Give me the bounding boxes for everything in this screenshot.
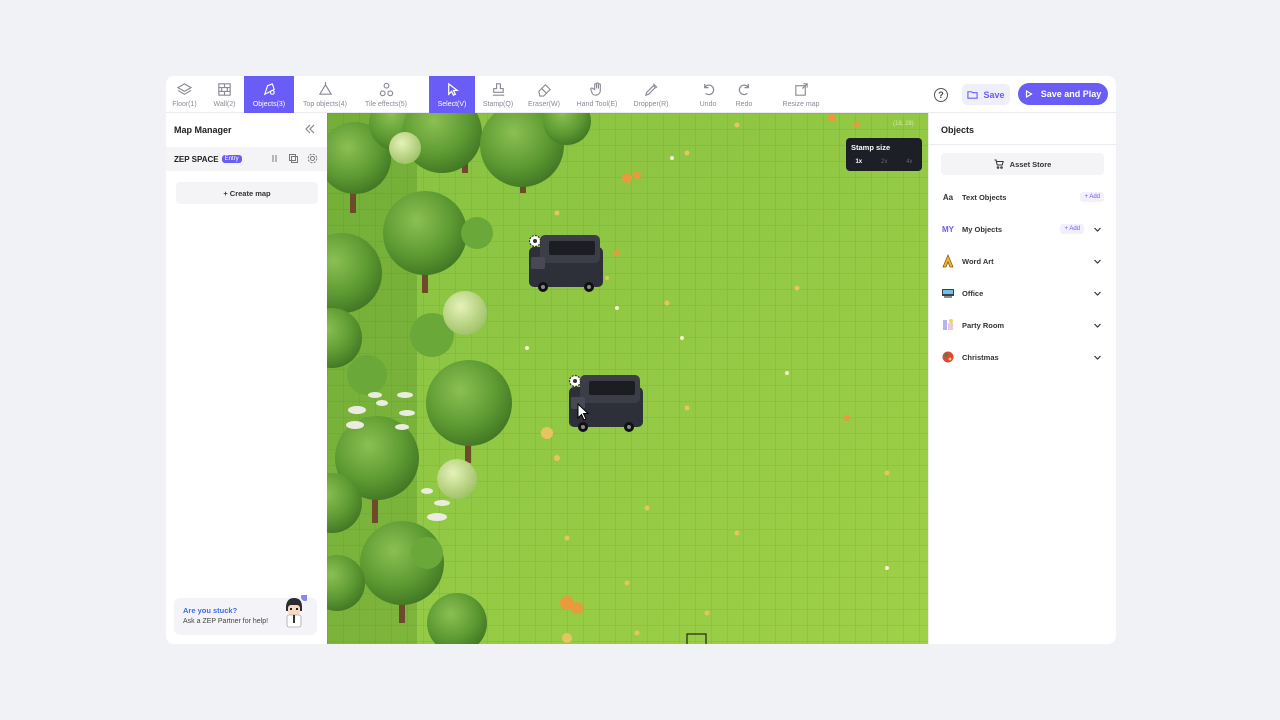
reorder-icon[interactable] xyxy=(269,153,280,164)
undo-icon xyxy=(703,83,714,96)
tool-redo[interactable]: Redo xyxy=(727,76,761,113)
gear-icon[interactable] xyxy=(307,153,318,164)
objects-panel-title: Objects xyxy=(941,125,975,135)
gear-icon[interactable] xyxy=(568,374,582,388)
tool-resize-map[interactable]: Resize map xyxy=(778,76,824,113)
tool-undo[interactable]: Undo xyxy=(691,76,725,113)
cursor-icon xyxy=(447,82,459,96)
add-my-object-button[interactable]: + Add xyxy=(1060,224,1084,234)
folder-icon xyxy=(967,91,979,99)
hand-icon xyxy=(589,82,601,96)
map-coordinates: (18, 28) xyxy=(893,121,914,127)
stamp-size-1x[interactable]: 1x xyxy=(855,159,862,165)
my-objects-icon: MY xyxy=(942,224,954,234)
stamp-size-2x[interactable]: 2x xyxy=(881,159,887,165)
objects-panel: Objects Asset Store Aa Text Objects + Ad… xyxy=(928,113,1116,644)
tool-dropper[interactable]: Dropper(R) xyxy=(629,76,673,113)
tool-wall[interactable]: Wall(2) xyxy=(206,76,243,113)
play-icon xyxy=(1025,90,1033,98)
tool-select[interactable]: Select(V) xyxy=(429,76,475,113)
stamp-size-popup: Stamp size 1x 2x 4x xyxy=(846,138,922,171)
help-card[interactable]: Are you stuck? Ask a ZEP Partner for hel… xyxy=(174,595,317,635)
tool-tile-effects[interactable]: Tile effects(5) xyxy=(362,76,410,113)
office-icon xyxy=(942,289,954,298)
tool-objects[interactable]: Objects(3) xyxy=(244,76,294,113)
tool-top-objects[interactable]: Top objects(4) xyxy=(299,76,351,113)
toolbar: Floor(1) Wall(2) Objects(3) Top objects(… xyxy=(166,76,1116,113)
top-objects-icon xyxy=(318,81,332,95)
chevron-down-icon[interactable] xyxy=(1093,289,1102,298)
add-text-object-button[interactable]: + Add xyxy=(1080,192,1104,202)
asset-store-button[interactable]: Asset Store xyxy=(941,153,1104,175)
save-button[interactable]: Save xyxy=(962,84,1010,105)
stamp-icon xyxy=(492,83,504,96)
chevron-down-icon[interactable] xyxy=(1093,353,1102,362)
partner-avatar xyxy=(286,595,307,628)
chevron-down-icon[interactable] xyxy=(1093,225,1102,234)
tool-stamp[interactable]: Stamp(Q) xyxy=(478,76,518,113)
stamp-size-title: Stamp size xyxy=(851,143,891,152)
save-button-label: Save xyxy=(983,89,1005,100)
christmas-icon xyxy=(942,351,954,363)
map-manager-panel: Map Manager ZEP SPACE Entry + Create map… xyxy=(166,113,327,644)
copy-icon[interactable] xyxy=(288,153,299,164)
space-name: ZEP SPACE xyxy=(174,154,219,164)
wall-icon xyxy=(218,83,231,96)
space-row[interactable]: ZEP SPACE Entry xyxy=(166,147,327,171)
category-christmas[interactable]: Christmas xyxy=(941,347,1104,367)
gear-icon[interactable] xyxy=(528,234,542,248)
mouse-cursor-icon xyxy=(577,403,590,421)
eraser-icon xyxy=(537,83,551,97)
text-icon: Aa xyxy=(942,192,954,202)
redo-icon xyxy=(738,83,749,96)
help-button[interactable]: ? xyxy=(934,88,948,102)
tile-effects-icon xyxy=(379,82,393,97)
map-canvas[interactable]: (18, 28) Stamp size 1x 2x 4x xyxy=(327,113,928,644)
tool-eraser[interactable]: Eraser(W) xyxy=(524,76,564,113)
tool-hand[interactable]: Hand Tool(E) xyxy=(571,76,623,113)
cart-icon xyxy=(994,159,1004,169)
category-office[interactable]: Office xyxy=(941,283,1104,303)
resize-map-icon xyxy=(794,83,808,96)
word-art-icon xyxy=(942,254,954,268)
floor-icon xyxy=(176,83,193,95)
objects-icon xyxy=(263,83,275,96)
category-word-art[interactable]: Word Art xyxy=(941,251,1104,271)
map-manager-title: Map Manager xyxy=(174,125,232,135)
chevron-down-icon[interactable] xyxy=(1093,321,1102,330)
stamp-size-4x[interactable]: 4x xyxy=(906,159,912,165)
double-chevron-left-icon[interactable] xyxy=(304,123,316,135)
entry-badge: Entry xyxy=(221,155,242,163)
dropper-icon xyxy=(644,83,658,97)
help-card-title: Are you stuck? xyxy=(183,606,238,615)
category-my-objects[interactable]: MY My Objects + Add xyxy=(941,219,1104,239)
chevron-down-icon[interactable] xyxy=(1093,257,1102,266)
map-editor-window: Floor(1) Wall(2) Objects(3) Top objects(… xyxy=(166,76,1116,644)
help-card-subtitle: Ask a ZEP Partner for help! xyxy=(183,618,269,625)
asset-store-label: Asset Store xyxy=(1009,159,1052,169)
party-room-icon xyxy=(943,319,953,330)
category-text-objects[interactable]: Aa Text Objects + Add xyxy=(941,187,1104,207)
create-map-button[interactable]: + Create map xyxy=(176,182,318,204)
category-party-room[interactable]: Party Room xyxy=(941,315,1104,335)
tool-floor[interactable]: Floor(1) xyxy=(166,76,203,113)
divider xyxy=(929,144,1116,145)
save-and-play-button[interactable]: Save and Play xyxy=(1018,83,1108,105)
save-and-play-label: Save and Play xyxy=(1040,89,1102,99)
